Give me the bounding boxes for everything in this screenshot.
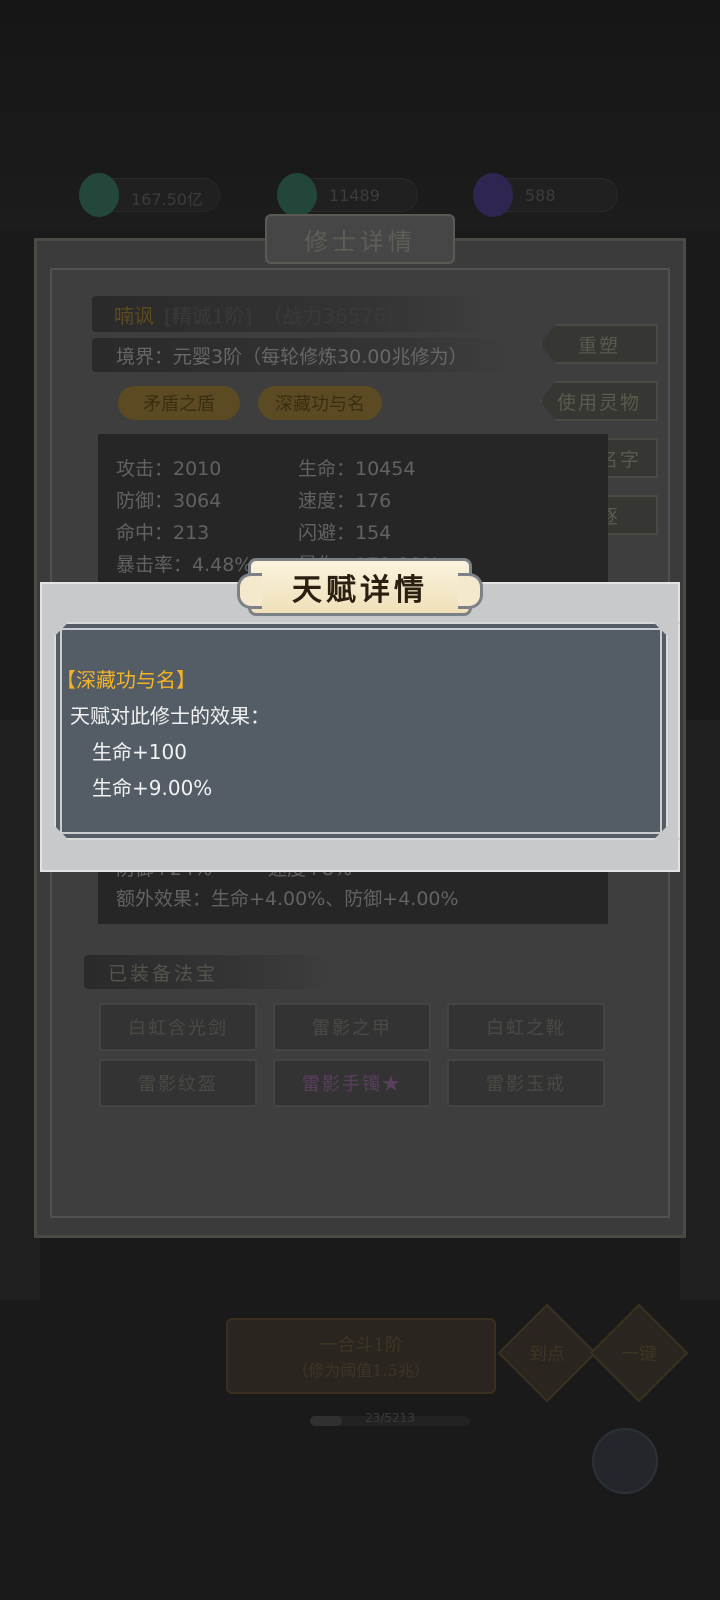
talent-tag-label: 深藏功与名 [275,394,365,415]
bonus-extra: 额外效果：生命+4.00%、防御+4.00% [116,888,459,910]
equipment-name: 雷影纹盔 [138,1074,218,1095]
stat-dodge: 闪避：154 [298,522,392,544]
stat-crit-rate: 暴击率：4.48% [116,554,253,576]
frame-corner [654,610,680,636]
talent-effect: 生命+100 [92,740,187,764]
equipment-slot[interactable]: 白虹之靴 [447,1003,605,1051]
cultivation-progress-text: 23/5213 [365,1411,415,1425]
breakthrough-button[interactable]: 一合斗1阶 （修为阈值1.5兆） [226,1318,496,1394]
talent-effect: 生命+9.00% [92,776,213,800]
frame-corner [654,826,680,852]
frame-corner [42,610,68,636]
hero-rank: [精诚1阶] [164,303,253,328]
hero-name-strip: 喃讽 [精诚1阶] （战力36576） [92,296,492,332]
talent-detail-content [42,610,680,852]
equipment-title: 已装备法宝 [108,962,219,985]
equipment-name: 白虹之靴 [486,1018,566,1039]
green-gem-icon [79,173,119,217]
equipment-slot[interactable]: 雷影纹盔 [99,1059,257,1107]
equipment-name: 雷影手镯★ [302,1074,402,1095]
stat-speed: 速度：176 [298,490,392,512]
resource-jade[interactable]: 11489 [277,173,418,217]
side-decoration [680,720,720,1300]
hero-name: 喃讽 [114,303,154,328]
talent-tag-hidden-merit[interactable]: 深藏功与名 [258,386,382,420]
event-badge-icon[interactable] [592,1428,658,1494]
panel-title: 修士详情 [304,227,416,256]
breakthrough-label: 一合斗1阶 [319,1335,403,1356]
resource-spirit-stone[interactable]: 167.50亿 [79,173,220,217]
left-diamond-label: 到点 [529,1344,565,1365]
stat-hp: 生命：10454 [298,458,416,480]
equipment-name: 白虹含光剑 [128,1018,228,1039]
panel-title-plate: 修士详情 [265,214,455,264]
equipment-slot[interactable]: 雷影之甲 [273,1003,431,1051]
realm-strip: 境界：元婴3阶（每轮修炼30.00兆修为） [92,338,512,372]
right-diamond-label: 一键 [621,1344,657,1365]
equipment-slot[interactable]: 雷影手镯★ [273,1059,431,1107]
equipment-header: 已装备法宝 [84,955,334,989]
hero-power: （战力36576） [262,303,406,328]
modal-title: 天赋详情 [292,573,428,608]
realm-text: 境界：元婴3阶（每轮修炼30.00兆修为） [116,345,468,368]
equipment-name: 雷影玉戒 [486,1074,566,1095]
resource-value: 167.50亿 [131,190,203,209]
stat-attack: 攻击：2010 [116,458,222,480]
stat-hit: 命中：213 [116,522,210,544]
equipment-slot[interactable]: 雷影玉戒 [447,1059,605,1107]
talent-tag-shield[interactable]: 矛盾之盾 [118,386,240,420]
equipment-slot[interactable]: 白虹含光剑 [99,1003,257,1051]
purple-orb-icon [473,173,513,217]
reshape-label: 重塑 [577,334,620,357]
resource-orb[interactable]: 588 [473,173,618,217]
equipment-name: 雷影之甲 [312,1018,392,1039]
breakthrough-threshold: （修为阈值1.5兆） [292,1361,430,1380]
reshape-button[interactable]: 重塑 [540,324,658,364]
resource-value: 11489 [329,186,380,205]
frame-corner [42,826,68,852]
talent-name: 【深藏功与名】 [56,668,196,692]
use-spirit-item-button[interactable]: 使用灵物 [540,381,658,421]
jade-icon [277,173,317,217]
talent-description: 天赋对此修士的效果： [70,704,270,728]
modal-title-plate: 天赋详情 [237,558,483,616]
stat-defense: 防御：3064 [116,490,222,512]
use-spirit-item-label: 使用灵物 [556,391,641,414]
resource-value: 588 [525,186,556,205]
talent-tag-label: 矛盾之盾 [143,394,215,415]
